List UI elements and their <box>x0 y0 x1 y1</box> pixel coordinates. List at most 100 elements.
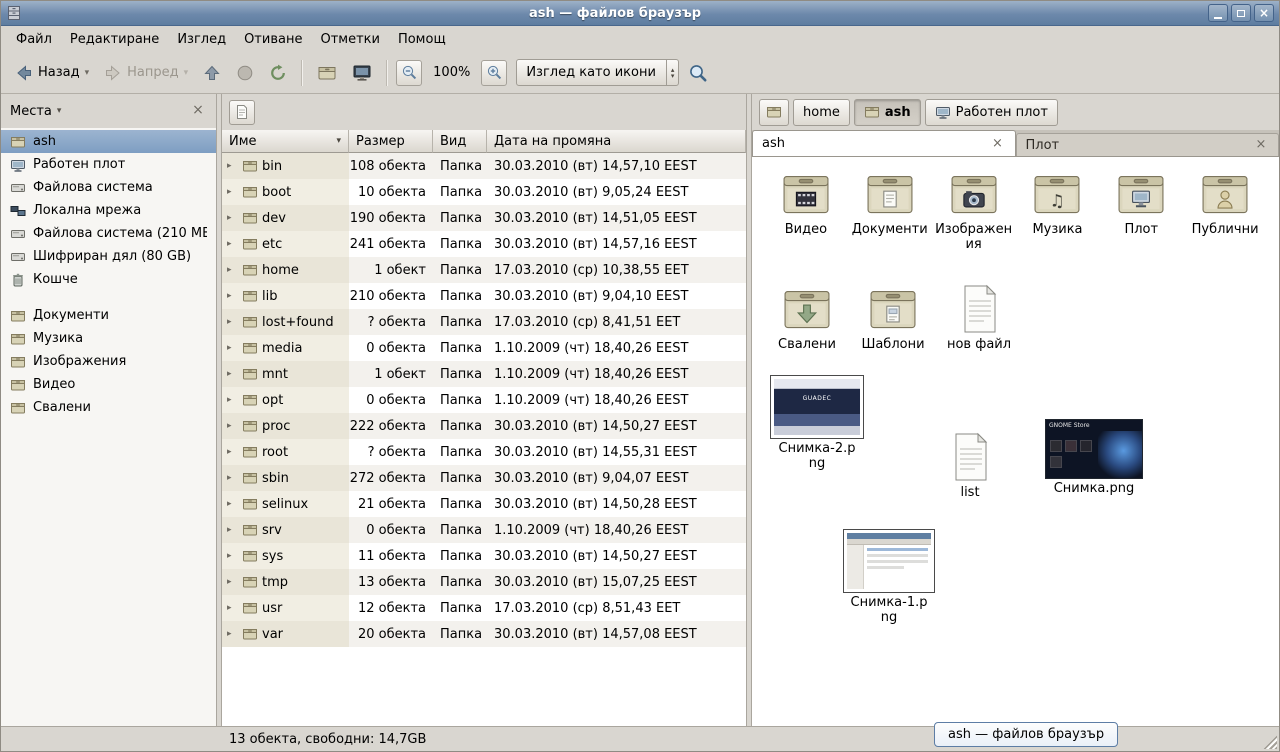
sidebar-item[interactable]: ash <box>1 130 216 153</box>
sidebar-item[interactable]: Документи <box>1 304 216 327</box>
sidebar-item[interactable]: Кошче <box>1 268 216 291</box>
expander-icon[interactable]: ▸ <box>227 369 238 379</box>
file-icon-item[interactable]: Снимка-1.png <box>836 529 942 626</box>
column-header[interactable]: Име▾ <box>222 130 349 153</box>
expander-icon[interactable]: ▸ <box>227 447 238 457</box>
zoom-in-button[interactable] <box>481 60 507 86</box>
up-button[interactable] <box>197 59 227 87</box>
expander-icon[interactable]: ▸ <box>227 629 238 639</box>
expander-icon[interactable]: ▸ <box>227 421 238 431</box>
menu-item[interactable]: Редактиране <box>61 28 168 51</box>
pathbar-root-button[interactable] <box>759 99 789 126</box>
sidebar-item[interactable]: Локална мрежа <box>1 199 216 222</box>
file-icon-item[interactable]: GUADECСнимка-2.png <box>764 375 870 472</box>
file-icon-item[interactable]: Шаблони <box>850 283 936 353</box>
file-icon-item[interactable]: Свалени <box>764 283 850 353</box>
file-icon-item[interactable]: Документи <box>848 168 932 238</box>
zoom-out-button[interactable] <box>396 60 422 86</box>
expander-icon[interactable]: ▸ <box>227 317 238 327</box>
table-row[interactable]: ▸etc241 обектаПапка30.03.2010 (вт) 14,57… <box>222 231 746 257</box>
table-row[interactable]: ▸sbin272 обектаПапка30.03.2010 (вт) 9,04… <box>222 465 746 491</box>
menu-item[interactable]: Изглед <box>168 28 235 51</box>
pathbar-button[interactable]: ash <box>854 99 921 126</box>
pathbar-button[interactable]: home <box>793 99 850 126</box>
tab-active[interactable]: ash× <box>752 130 1016 156</box>
sidebar-item[interactable]: Видео <box>1 373 216 396</box>
file-icon-item[interactable]: GNOME StoreСнимка.png <box>1040 419 1148 497</box>
expander-icon[interactable]: ▸ <box>227 603 238 613</box>
sidebar-item[interactable]: Шифриран дял (80 GB) <box>1 245 216 268</box>
file-icon-item[interactable]: нов файл <box>936 283 1022 353</box>
minimize-button[interactable] <box>1208 4 1228 22</box>
expander-icon[interactable]: ▸ <box>227 473 238 483</box>
menu-item[interactable]: Файл <box>7 28 61 51</box>
display-button[interactable] <box>346 58 378 88</box>
tab-close-button[interactable]: × <box>990 136 1006 152</box>
file-icon-item[interactable]: list <box>934 431 1006 501</box>
notes-button[interactable] <box>229 100 255 125</box>
expander-icon[interactable]: ▸ <box>227 343 238 353</box>
expander-icon[interactable]: ▸ <box>227 551 238 561</box>
table-row[interactable]: ▸root? обектаПапка30.03.2010 (вт) 14,55,… <box>222 439 746 465</box>
expander-icon[interactable]: ▸ <box>227 291 238 301</box>
forward-dropdown-icon[interactable]: ▾ <box>184 68 189 78</box>
table-row[interactable]: ▸var20 обектаПапка30.03.2010 (вт) 14,57,… <box>222 621 746 647</box>
view-mode-select[interactable]: Изглед като икони ▴▾ <box>516 59 679 86</box>
table-row[interactable]: ▸sys11 обектаПапка30.03.2010 (вт) 14,50,… <box>222 543 746 569</box>
table-row[interactable]: ▸srv0 обектаПапка1.10.2009 (чт) 18,40,26… <box>222 517 746 543</box>
expander-icon[interactable]: ▸ <box>227 187 238 197</box>
table-row[interactable]: ▸boot10 обектаПапка30.03.2010 (вт) 9,05,… <box>222 179 746 205</box>
expander-icon[interactable]: ▸ <box>227 161 238 171</box>
sidebar-title[interactable]: Места <box>10 104 52 119</box>
resize-grip[interactable] <box>1263 735 1277 749</box>
sidebar-item[interactable]: Файлова система (210 MB) <box>1 222 216 245</box>
maximize-button[interactable] <box>1231 4 1251 22</box>
computer-button[interactable] <box>311 58 343 88</box>
file-icon-item[interactable]: ♫Музика <box>1016 168 1100 238</box>
expander-icon[interactable]: ▸ <box>227 577 238 587</box>
back-dropdown-icon[interactable]: ▾ <box>85 68 90 78</box>
expander-icon[interactable]: ▸ <box>227 239 238 249</box>
table-row[interactable]: ▸lib210 обектаПапка30.03.2010 (вт) 9,04,… <box>222 283 746 309</box>
column-header[interactable]: Дата на промяна <box>487 130 746 153</box>
tab-close-button[interactable]: × <box>1253 137 1269 153</box>
table-row[interactable]: ▸lost+found? обектаПапка17.03.2010 (ср) … <box>222 309 746 335</box>
reload-button[interactable] <box>263 59 293 87</box>
table-row[interactable]: ▸media0 обектаПапка1.10.2009 (чт) 18,40,… <box>222 335 746 361</box>
file-icon-item[interactable]: Плот <box>1099 168 1183 238</box>
back-button[interactable]: Назад ▾ <box>9 59 95 87</box>
close-button[interactable]: × <box>1254 4 1274 22</box>
table-row[interactable]: ▸home1 обектПапка17.03.2010 (ср) 10,38,5… <box>222 257 746 283</box>
table-row[interactable]: ▸usr12 обектаПапка17.03.2010 (ср) 8,51,4… <box>222 595 746 621</box>
table-row[interactable]: ▸mnt1 обектПапка1.10.2009 (чт) 18,40,26 … <box>222 361 746 387</box>
file-icon-item[interactable]: Видео <box>764 168 848 238</box>
table-row[interactable]: ▸tmp13 обектаПапка30.03.2010 (вт) 15,07,… <box>222 569 746 595</box>
table-row[interactable]: ▸opt0 обектаПапка1.10.2009 (чт) 18,40,26… <box>222 387 746 413</box>
file-icon-item[interactable]: Публични <box>1183 168 1267 238</box>
sidebar-item[interactable]: Музика <box>1 327 216 350</box>
table-row[interactable]: ▸bin108 обектаПапка30.03.2010 (вт) 14,57… <box>222 153 746 179</box>
menu-item[interactable]: Отметки <box>311 28 388 51</box>
titlebar[interactable]: ash — файлов браузър × <box>1 1 1279 26</box>
sidebar-item[interactable]: Свалени <box>1 396 216 419</box>
sidebar-item[interactable]: Работен плот <box>1 153 216 176</box>
expander-icon[interactable]: ▸ <box>227 499 238 509</box>
pathbar-button[interactable]: Работен плот <box>925 99 1058 126</box>
expander-icon[interactable]: ▸ <box>227 525 238 535</box>
sidebar-item[interactable]: Изображения <box>1 350 216 373</box>
sidebar-dropdown-icon[interactable]: ▾ <box>57 106 62 116</box>
expander-icon[interactable]: ▸ <box>227 213 238 223</box>
table-row[interactable]: ▸dev190 обектаПапка30.03.2010 (вт) 14,51… <box>222 205 746 231</box>
table-row[interactable]: ▸proc222 обектаПапка30.03.2010 (вт) 14,5… <box>222 413 746 439</box>
sidebar-close-button[interactable]: × <box>189 102 207 120</box>
file-icon-item[interactable]: Изображения <box>932 168 1016 253</box>
stop-button[interactable] <box>230 59 260 87</box>
search-button[interactable] <box>682 58 714 88</box>
column-header[interactable]: Вид <box>433 130 487 153</box>
expander-icon[interactable]: ▸ <box>227 265 238 275</box>
expander-icon[interactable]: ▸ <box>227 395 238 405</box>
menu-item[interactable]: Отиване <box>235 28 311 51</box>
column-header[interactable]: Размер <box>349 130 433 153</box>
table-row[interactable]: ▸selinux21 обектаПапка30.03.2010 (вт) 14… <box>222 491 746 517</box>
tab-inactive[interactable]: Плот× <box>1016 133 1280 156</box>
